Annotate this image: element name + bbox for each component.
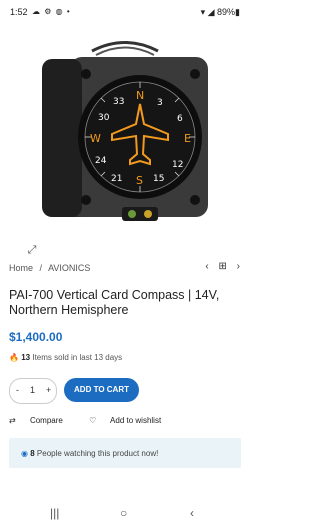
compass-number-3: 3: [157, 98, 163, 108]
compass-letter-s: S: [136, 174, 143, 187]
quantity-increase-button[interactable]: +: [46, 385, 51, 395]
compass-letter-w: W: [90, 132, 101, 145]
items-sold-count: 13: [21, 353, 31, 362]
items-sold-text: Items sold in last 13 days: [32, 353, 123, 362]
status-bar: 1:52 ☁ ⚙ ◍ • ▾ ◢ 89%▮: [0, 0, 250, 24]
next-product-icon[interactable]: ›: [237, 261, 240, 272]
status-time: 1:52: [10, 7, 28, 17]
product-actions: ⇄ Compare ♡ Add to wishlist: [9, 416, 185, 425]
product-title: PAI-700 Vertical Card Compass | 14V, Nor…: [9, 288, 220, 317]
system-navigation-bar: ||| ○ ‹: [0, 500, 250, 527]
grid-icon[interactable]: ⊞: [218, 261, 226, 272]
compass-number-30: 30: [98, 113, 110, 123]
quantity-decrease-button[interactable]: -: [16, 385, 19, 395]
compass-letter-n: N: [136, 89, 144, 102]
breadcrumb: Home / AVIONICS: [9, 263, 94, 273]
heart-icon: ♡: [89, 416, 97, 425]
wishlist-label: Add to wishlist: [110, 416, 162, 425]
compare-link[interactable]: ⇄ Compare: [9, 416, 75, 425]
recents-button[interactable]: |||: [50, 506, 59, 520]
compass-number-24: 24: [95, 156, 107, 166]
shuffle-icon: ⇄: [9, 416, 16, 425]
product-price: $1,400.00: [9, 330, 63, 344]
product-image[interactable]: N E S W 3 6 12 15 21 24 30 33 ⤢: [0, 24, 250, 256]
watching-banner: ◉ 8 People watching this product now!: [9, 438, 241, 468]
compass-number-33: 33: [113, 97, 124, 107]
compare-label: Compare: [29, 416, 63, 425]
breadcrumb-home-link[interactable]: Home: [9, 263, 33, 273]
previous-product-icon[interactable]: ‹: [205, 261, 208, 272]
breadcrumb-category-link[interactable]: AVIONICS: [48, 263, 90, 273]
home-button[interactable]: ○: [120, 506, 127, 520]
add-to-cart-button[interactable]: ADD TO CART: [64, 378, 139, 402]
compass-instrument-image: N E S W 3 6 12 15 21 24 30 33: [42, 41, 208, 221]
compass-number-15: 15: [153, 174, 164, 184]
wishlist-link[interactable]: ♡ Add to wishlist: [89, 416, 173, 425]
product-navigation: ‹ ⊞ ›: [198, 261, 240, 272]
compass-number-6: 6: [177, 114, 183, 124]
watching-text: People watching this product now!: [36, 449, 159, 458]
compass-letter-e: E: [184, 132, 191, 145]
battery-indicator: ▾ ◢ 89%▮: [200, 7, 240, 17]
back-button[interactable]: ‹: [190, 506, 194, 520]
breadcrumb-separator: /: [39, 263, 43, 273]
notification-icons: ☁ ⚙ ◍ •: [32, 7, 71, 16]
zoom-icon[interactable]: ⤢: [24, 242, 40, 258]
compass-number-12: 12: [172, 160, 183, 170]
compass-number-21: 21: [111, 174, 122, 184]
eye-icon: ◉: [21, 449, 28, 458]
quantity-stepper: - 1 +: [9, 378, 57, 404]
items-sold-notice: 🔥 13 Items sold in last 13 days: [9, 353, 122, 362]
watching-count: 8: [30, 449, 35, 458]
quantity-value[interactable]: 1: [30, 385, 35, 395]
fire-icon: 🔥: [9, 353, 19, 362]
